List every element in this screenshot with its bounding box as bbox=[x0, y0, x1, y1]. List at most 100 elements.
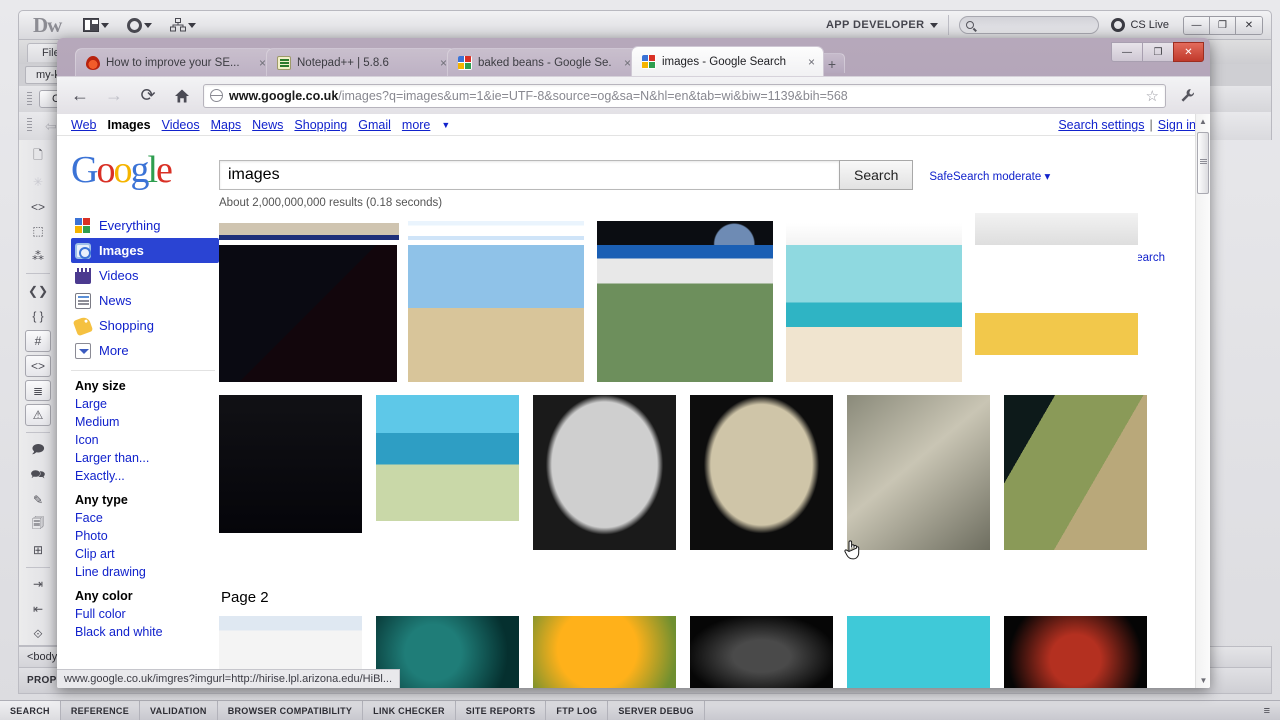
filter-option-photo[interactable]: Photo bbox=[75, 527, 219, 545]
thumb-orange-flower[interactable] bbox=[533, 616, 676, 688]
select-parent-tag-icon[interactable]: ❮❯ bbox=[25, 280, 51, 302]
reload-button[interactable]: ⟳ bbox=[135, 83, 161, 109]
gear-icon[interactable] bbox=[127, 17, 153, 33]
results-tab-browser-compatibility[interactable]: BROWSER COMPATIBILITY bbox=[218, 701, 364, 720]
image-result-cell[interactable] bbox=[786, 209, 975, 245]
thumb-dark-planet-clipped[interactable] bbox=[597, 221, 773, 245]
open-documents-icon[interactable]: 🗋 bbox=[25, 146, 51, 168]
thumb-red-plants[interactable] bbox=[1004, 616, 1147, 688]
sidebar-item-everything[interactable]: Everything bbox=[71, 213, 219, 238]
sidebar-item-news[interactable]: News bbox=[71, 288, 219, 313]
filter-option-larger-than[interactable]: Larger than... bbox=[75, 449, 219, 467]
thumb-window-ui-clipped[interactable] bbox=[408, 221, 584, 245]
home-button[interactable] bbox=[169, 83, 195, 109]
image-result-cell[interactable] bbox=[690, 616, 847, 688]
chevron-down-icon[interactable]: ▼ bbox=[441, 120, 450, 130]
topnav-videos[interactable]: Videos bbox=[162, 118, 200, 132]
forward-button[interactable]: → bbox=[101, 83, 127, 109]
tab-close-icon[interactable]: × bbox=[440, 56, 447, 70]
search-button[interactable]: Search bbox=[839, 160, 914, 190]
image-result-cell[interactable] bbox=[533, 616, 690, 688]
tab-close-icon[interactable]: × bbox=[259, 56, 266, 70]
apply-comment-icon[interactable]: 🗩 bbox=[25, 439, 51, 461]
highlight-invalid-code-icon[interactable]: <> bbox=[25, 354, 51, 377]
filter-option-clip-art[interactable]: Clip art bbox=[75, 545, 219, 563]
scrollbar-thumb[interactable] bbox=[1197, 132, 1209, 194]
thumb-gallery-grid-clipped[interactable] bbox=[975, 213, 1138, 245]
topnav-news[interactable]: News bbox=[252, 118, 283, 132]
thumb-grayscale-moon[interactable] bbox=[533, 395, 676, 550]
sidebar-item-videos[interactable]: Videos bbox=[71, 263, 219, 288]
topnav-shopping[interactable]: Shopping bbox=[294, 118, 347, 132]
image-result-cell[interactable] bbox=[1004, 616, 1161, 688]
preview-arrow-icon[interactable]: ⇦ bbox=[45, 118, 57, 135]
bookmark-star-icon[interactable]: ☆ bbox=[1146, 87, 1159, 105]
thumb-browser-cityscape[interactable] bbox=[597, 245, 773, 382]
thumb-desktop-screenshot[interactable] bbox=[219, 395, 362, 533]
image-result-cell[interactable] bbox=[219, 395, 376, 563]
scroll-up-arrow[interactable]: ▲ bbox=[1196, 114, 1210, 129]
browser-tab-0[interactable]: How to improve your SE... × bbox=[75, 48, 275, 76]
filter-heading-any-size[interactable]: Any size bbox=[75, 379, 219, 393]
topnav-web[interactable]: Web bbox=[71, 118, 96, 132]
collapse-selection-icon[interactable]: ⬚ bbox=[25, 221, 51, 243]
sidebar-item-images[interactable]: Images bbox=[71, 238, 219, 263]
sign-in-link[interactable]: Sign in bbox=[1158, 118, 1196, 132]
image-result-cell[interactable] bbox=[408, 245, 597, 395]
filter-option-line-drawing[interactable]: Line drawing bbox=[75, 563, 219, 581]
line-numbers-icon[interactable]: # bbox=[25, 329, 51, 352]
thumb-three-people[interactable] bbox=[376, 395, 519, 521]
workspace-switcher-label[interactable]: APP DEVELOPER bbox=[826, 19, 925, 31]
safesearch-dropdown[interactable]: SafeSearch moderate ▾ bbox=[929, 169, 1050, 183]
address-bar[interactable]: www.google.co.uk/images?q=images&um=1&ie… bbox=[203, 83, 1166, 108]
filter-option-icon[interactable]: Icon bbox=[75, 431, 219, 449]
browser-tab-1[interactable]: Notepad++ | 5.8.6 × bbox=[266, 48, 456, 76]
back-button[interactable]: ← bbox=[67, 83, 93, 109]
tab-close-icon[interactable]: × bbox=[808, 55, 815, 69]
close-icon[interactable]: ✕ bbox=[1173, 42, 1204, 62]
image-result-cell[interactable] bbox=[376, 395, 533, 563]
layout-icon[interactable] bbox=[83, 18, 110, 32]
chrome-menu-button[interactable] bbox=[1174, 83, 1200, 109]
close-icon[interactable]: ✕ bbox=[1236, 16, 1262, 34]
image-result-cell[interactable] bbox=[786, 245, 975, 395]
image-result-cell[interactable] bbox=[975, 209, 1164, 245]
filter-option-black-and-white[interactable]: Black and white bbox=[75, 623, 219, 641]
topnav-more[interactable]: more bbox=[402, 118, 430, 132]
search-settings-link[interactable]: Search settings bbox=[1058, 118, 1144, 132]
cs-live-button[interactable]: CS Live bbox=[1111, 18, 1169, 32]
filter-option-face[interactable]: Face bbox=[75, 509, 219, 527]
image-result-cell[interactable] bbox=[975, 245, 1164, 395]
minimize-icon[interactable]: — bbox=[1111, 42, 1142, 62]
chevron-down-icon[interactable] bbox=[930, 22, 939, 28]
indent-code-icon[interactable]: ⇥ bbox=[25, 574, 51, 596]
scroll-down-arrow[interactable]: ▼ bbox=[1196, 673, 1210, 688]
thumb-woman-turquoise[interactable] bbox=[847, 616, 990, 688]
image-result-cell[interactable] bbox=[847, 616, 1004, 688]
image-result-cell[interactable] bbox=[597, 245, 786, 395]
topnav-images[interactable]: Images bbox=[107, 118, 150, 132]
filter-option-medium[interactable]: Medium bbox=[75, 413, 219, 431]
google-logo[interactable]: Google bbox=[57, 150, 219, 209]
format-source-code-icon[interactable]: ⟐ bbox=[25, 623, 51, 645]
image-result-cell[interactable] bbox=[847, 395, 1004, 563]
results-panel-menu-icon[interactable]: ≡ bbox=[1254, 701, 1280, 720]
thumb-bird-carcass[interactable] bbox=[847, 395, 990, 550]
topnav-maps[interactable]: Maps bbox=[211, 118, 242, 132]
site-icon[interactable] bbox=[170, 18, 197, 32]
results-tab-validation[interactable]: VALIDATION bbox=[140, 701, 218, 720]
results-tab-site-reports[interactable]: SITE REPORTS bbox=[456, 701, 547, 720]
thumb-blue-banner-clipped[interactable] bbox=[219, 223, 399, 245]
image-result-cell[interactable] bbox=[219, 209, 408, 245]
image-result-cell[interactable] bbox=[533, 395, 690, 563]
recent-snippets-icon[interactable]: 🗐 bbox=[25, 514, 51, 536]
minimize-icon[interactable]: — bbox=[1184, 16, 1210, 34]
results-tab-reference[interactable]: REFERENCE bbox=[61, 701, 141, 720]
balance-braces-icon[interactable]: { } bbox=[25, 305, 51, 327]
outdent-code-icon[interactable]: ⇤ bbox=[25, 598, 51, 620]
word-wrap-icon[interactable]: ≣ bbox=[25, 379, 51, 402]
dreamweaver-search-input[interactable] bbox=[959, 16, 1100, 34]
thumb-dark-car[interactable] bbox=[690, 616, 833, 688]
filter-heading-any-type[interactable]: Any type bbox=[75, 493, 219, 507]
image-result-cell[interactable] bbox=[597, 209, 786, 245]
